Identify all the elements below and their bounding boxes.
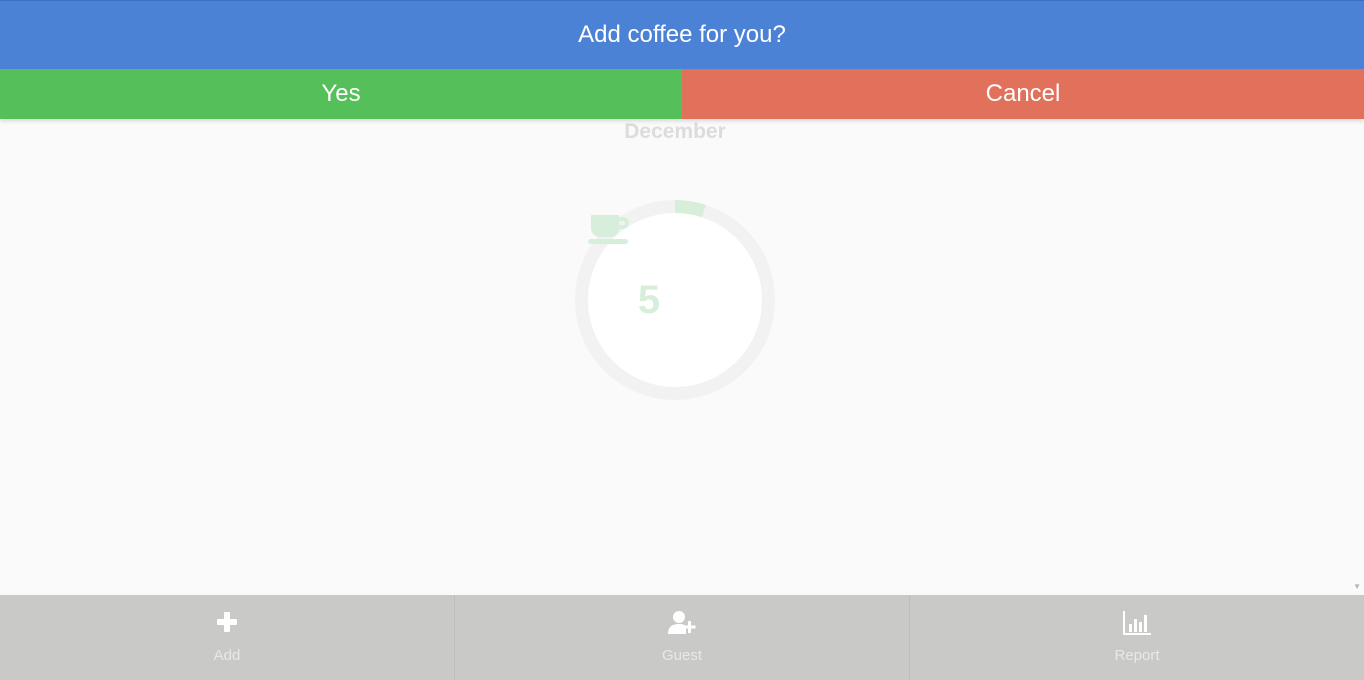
coffee-count: 5 <box>637 278 661 322</box>
nav-item-guest[interactable]: Guest <box>455 595 910 680</box>
dialog-title: Add coffee for you? <box>0 0 1364 69</box>
month-title: December <box>624 120 726 143</box>
confirm-dialog: Add coffee for you? Yes Cancel <box>0 0 1364 119</box>
cancel-button[interactable]: Cancel <box>682 69 1364 119</box>
bottom-nav: Add Guest Report <box>0 595 1364 680</box>
coffee-cup-icon <box>588 215 712 316</box>
coffee-progress-ring: 5 <box>575 200 775 400</box>
nav-label-guest: Guest <box>661 647 703 664</box>
dialog-button-row: Yes Cancel <box>0 69 1364 119</box>
yes-button[interactable]: Yes <box>0 69 682 119</box>
add-user-icon <box>668 611 696 634</box>
coffee-app: December 5 Add coffee for you? Yes Cance… <box>0 0 1364 680</box>
scroll-down-arrow-icon[interactable]: ▼ <box>1353 582 1361 591</box>
nav-label-report: Report <box>1114 647 1160 664</box>
bar-chart-icon <box>1123 611 1151 635</box>
plus-icon <box>217 612 237 632</box>
nav-label-add: Add <box>213 647 241 664</box>
coffee-count-display: 5 <box>588 213 762 387</box>
nav-item-report[interactable]: Report <box>910 595 1364 680</box>
nav-item-add[interactable]: Add <box>0 595 455 680</box>
